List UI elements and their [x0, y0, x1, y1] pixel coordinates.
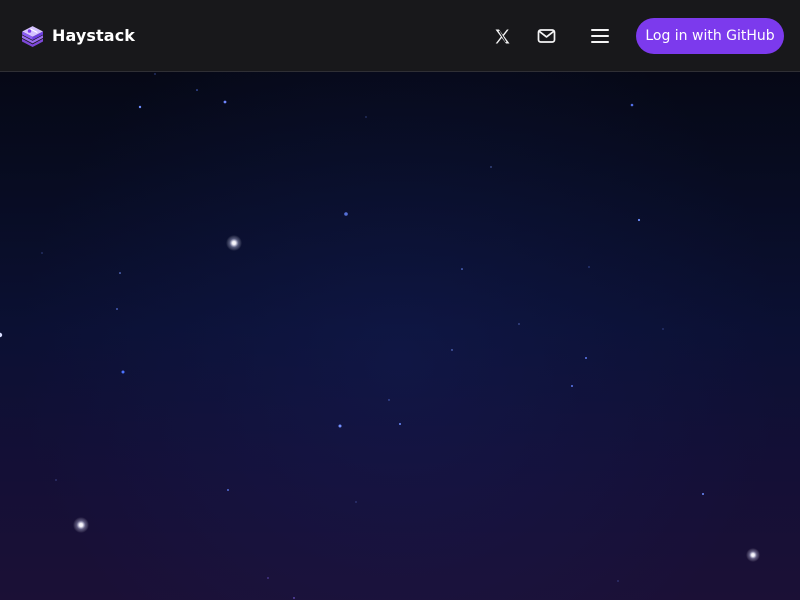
menu-button[interactable]	[587, 23, 613, 49]
starfield-hero	[0, 72, 800, 600]
bright-star	[746, 548, 760, 562]
x-social-icon	[495, 29, 509, 43]
brand[interactable]: Haystack	[20, 22, 135, 50]
small-stars	[41, 73, 704, 599]
brand-name: Haystack	[52, 26, 136, 45]
menu-icon	[591, 29, 609, 43]
x-social-button[interactable]	[489, 23, 515, 49]
starfield-background	[0, 73, 760, 599]
top-navigation-bar: Haystack Log in with GitHub	[0, 0, 800, 72]
layered-book-icon	[22, 26, 43, 47]
bright-stars	[0, 235, 760, 562]
page: Haystack Log in with GitHub	[0, 0, 800, 600]
edge-star	[0, 332, 3, 338]
login-with-github-button[interactable]: Log in with GitHub	[636, 18, 784, 54]
mail-button[interactable]	[533, 23, 559, 49]
bright-star	[73, 517, 89, 533]
bright-star	[226, 235, 242, 251]
mail-icon	[537, 29, 555, 43]
